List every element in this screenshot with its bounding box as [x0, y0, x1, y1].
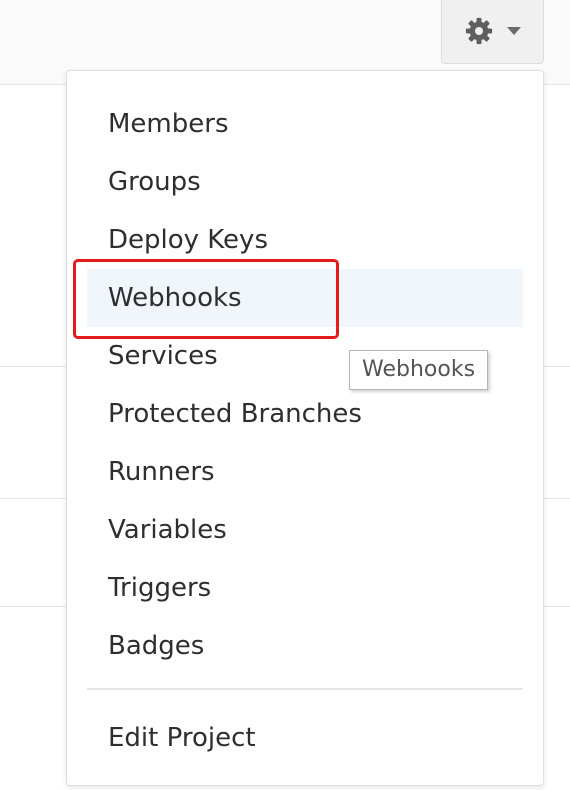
- menu-item-protected-branches[interactable]: Protected Branches: [87, 385, 523, 443]
- menu-item-edit-project[interactable]: Edit Project: [87, 709, 523, 767]
- menu-divider: [87, 688, 523, 690]
- gear-icon: [464, 16, 494, 46]
- tooltip: Webhooks: [349, 350, 489, 390]
- menu-item-deploy-keys[interactable]: Deploy Keys: [87, 211, 523, 269]
- menu-item-groups[interactable]: Groups: [87, 153, 523, 211]
- menu-item-members[interactable]: Members: [87, 95, 523, 153]
- settings-dropdown-menu: Members Groups Deploy Keys Webhooks Serv…: [66, 70, 544, 786]
- menu-item-runners[interactable]: Runners: [87, 443, 523, 501]
- menu-item-triggers[interactable]: Triggers: [87, 559, 523, 617]
- menu-item-webhooks[interactable]: Webhooks: [87, 269, 523, 327]
- caret-down-icon: [506, 26, 522, 36]
- settings-dropdown-button[interactable]: [441, 0, 544, 64]
- menu-item-variables[interactable]: Variables: [87, 501, 523, 559]
- menu-item-badges[interactable]: Badges: [87, 617, 523, 675]
